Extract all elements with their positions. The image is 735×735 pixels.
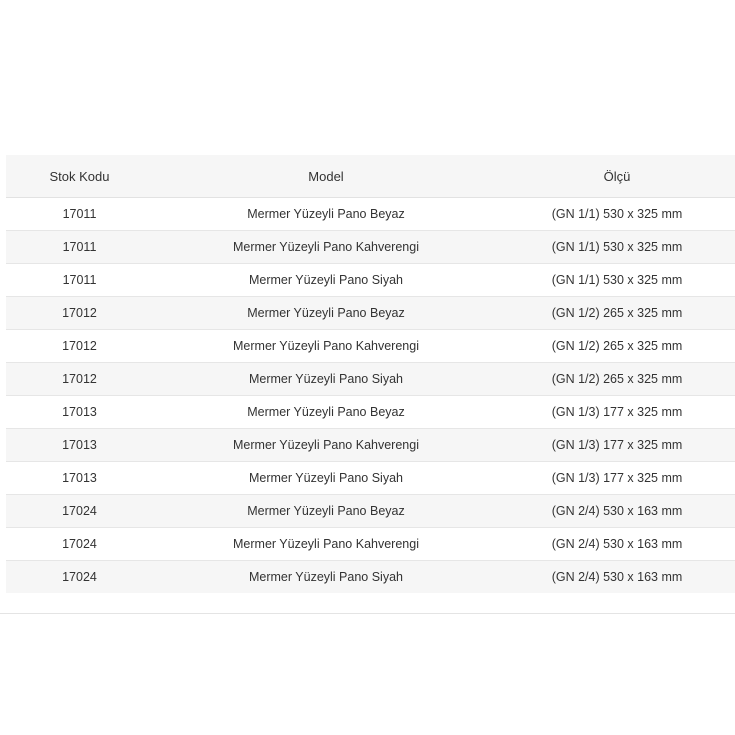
cell-size: (GN 1/1) 530 x 325 mm [499, 263, 735, 297]
cell-size: (GN 1/3) 177 x 325 mm [499, 428, 735, 462]
table-row: 17024 Mermer Yüzeyli Pano Beyaz (GN 2/4)… [6, 494, 735, 528]
table-row: 17013 Mermer Yüzeyli Pano Beyaz (GN 1/3)… [6, 395, 735, 429]
cell-stock-code: 17024 [6, 494, 153, 528]
cell-model: Mermer Yüzeyli Pano Beyaz [153, 395, 499, 429]
product-table: Stok Kodu Model Ölçü 17011 Mermer Yüzeyl… [6, 155, 735, 593]
cell-size: (GN 1/2) 265 x 325 mm [499, 296, 735, 330]
table-row: 17011 Mermer Yüzeyli Pano Kahverengi (GN… [6, 230, 735, 264]
table-row: 17012 Mermer Yüzeyli Pano Kahverengi (GN… [6, 329, 735, 363]
bottom-divider [0, 613, 735, 614]
table-row: 17012 Mermer Yüzeyli Pano Siyah (GN 1/2)… [6, 362, 735, 396]
cell-stock-code: 17012 [6, 296, 153, 330]
cell-size: (GN 1/1) 530 x 325 mm [499, 197, 735, 231]
cell-stock-code: 17011 [6, 263, 153, 297]
cell-stock-code: 17012 [6, 329, 153, 363]
cell-model: Mermer Yüzeyli Pano Beyaz [153, 197, 499, 231]
cell-stock-code: 17013 [6, 395, 153, 429]
cell-model: Mermer Yüzeyli Pano Kahverengi [153, 428, 499, 462]
table-row: 17011 Mermer Yüzeyli Pano Beyaz (GN 1/1)… [6, 197, 735, 231]
cell-model: Mermer Yüzeyli Pano Kahverengi [153, 230, 499, 264]
cell-model: Mermer Yüzeyli Pano Siyah [153, 362, 499, 396]
cell-model: Mermer Yüzeyli Pano Siyah [153, 461, 499, 495]
cell-model: Mermer Yüzeyli Pano Siyah [153, 560, 499, 593]
cell-model: Mermer Yüzeyli Pano Beyaz [153, 296, 499, 330]
cell-size: (GN 1/1) 530 x 325 mm [499, 230, 735, 264]
cell-stock-code: 17011 [6, 230, 153, 264]
cell-model: Mermer Yüzeyli Pano Kahverengi [153, 329, 499, 363]
cell-size: (GN 2/4) 530 x 163 mm [499, 527, 735, 561]
table-row: 17024 Mermer Yüzeyli Pano Siyah (GN 2/4)… [6, 560, 735, 593]
cell-stock-code: 17013 [6, 428, 153, 462]
table-header: Stok Kodu Model Ölçü [6, 155, 735, 198]
cell-size: (GN 1/2) 265 x 325 mm [499, 362, 735, 396]
header-size: Ölçü [499, 155, 735, 198]
table-row: 17013 Mermer Yüzeyli Pano Siyah (GN 1/3)… [6, 461, 735, 495]
cell-stock-code: 17024 [6, 560, 153, 593]
cell-stock-code: 17024 [6, 527, 153, 561]
cell-model: Mermer Yüzeyli Pano Kahverengi [153, 527, 499, 561]
cell-stock-code: 17012 [6, 362, 153, 396]
header-model: Model [153, 155, 499, 198]
cell-stock-code: 17011 [6, 197, 153, 231]
cell-size: (GN 1/2) 265 x 325 mm [499, 329, 735, 363]
page: Stok Kodu Model Ölçü 17011 Mermer Yüzeyl… [0, 0, 735, 735]
table-row: 17024 Mermer Yüzeyli Pano Kahverengi (GN… [6, 527, 735, 561]
table-body: 17011 Mermer Yüzeyli Pano Beyaz (GN 1/1)… [6, 197, 735, 593]
table-row: 17012 Mermer Yüzeyli Pano Beyaz (GN 1/2)… [6, 296, 735, 330]
cell-stock-code: 17013 [6, 461, 153, 495]
cell-size: (GN 1/3) 177 x 325 mm [499, 461, 735, 495]
table-row: 17011 Mermer Yüzeyli Pano Siyah (GN 1/1)… [6, 263, 735, 297]
cell-size: (GN 2/4) 530 x 163 mm [499, 560, 735, 593]
table-row: 17013 Mermer Yüzeyli Pano Kahverengi (GN… [6, 428, 735, 462]
cell-model: Mermer Yüzeyli Pano Siyah [153, 263, 499, 297]
table-header-row: Stok Kodu Model Ölçü [6, 155, 735, 198]
cell-size: (GN 2/4) 530 x 163 mm [499, 494, 735, 528]
cell-size: (GN 1/3) 177 x 325 mm [499, 395, 735, 429]
cell-model: Mermer Yüzeyli Pano Beyaz [153, 494, 499, 528]
header-stock-code: Stok Kodu [6, 155, 153, 198]
